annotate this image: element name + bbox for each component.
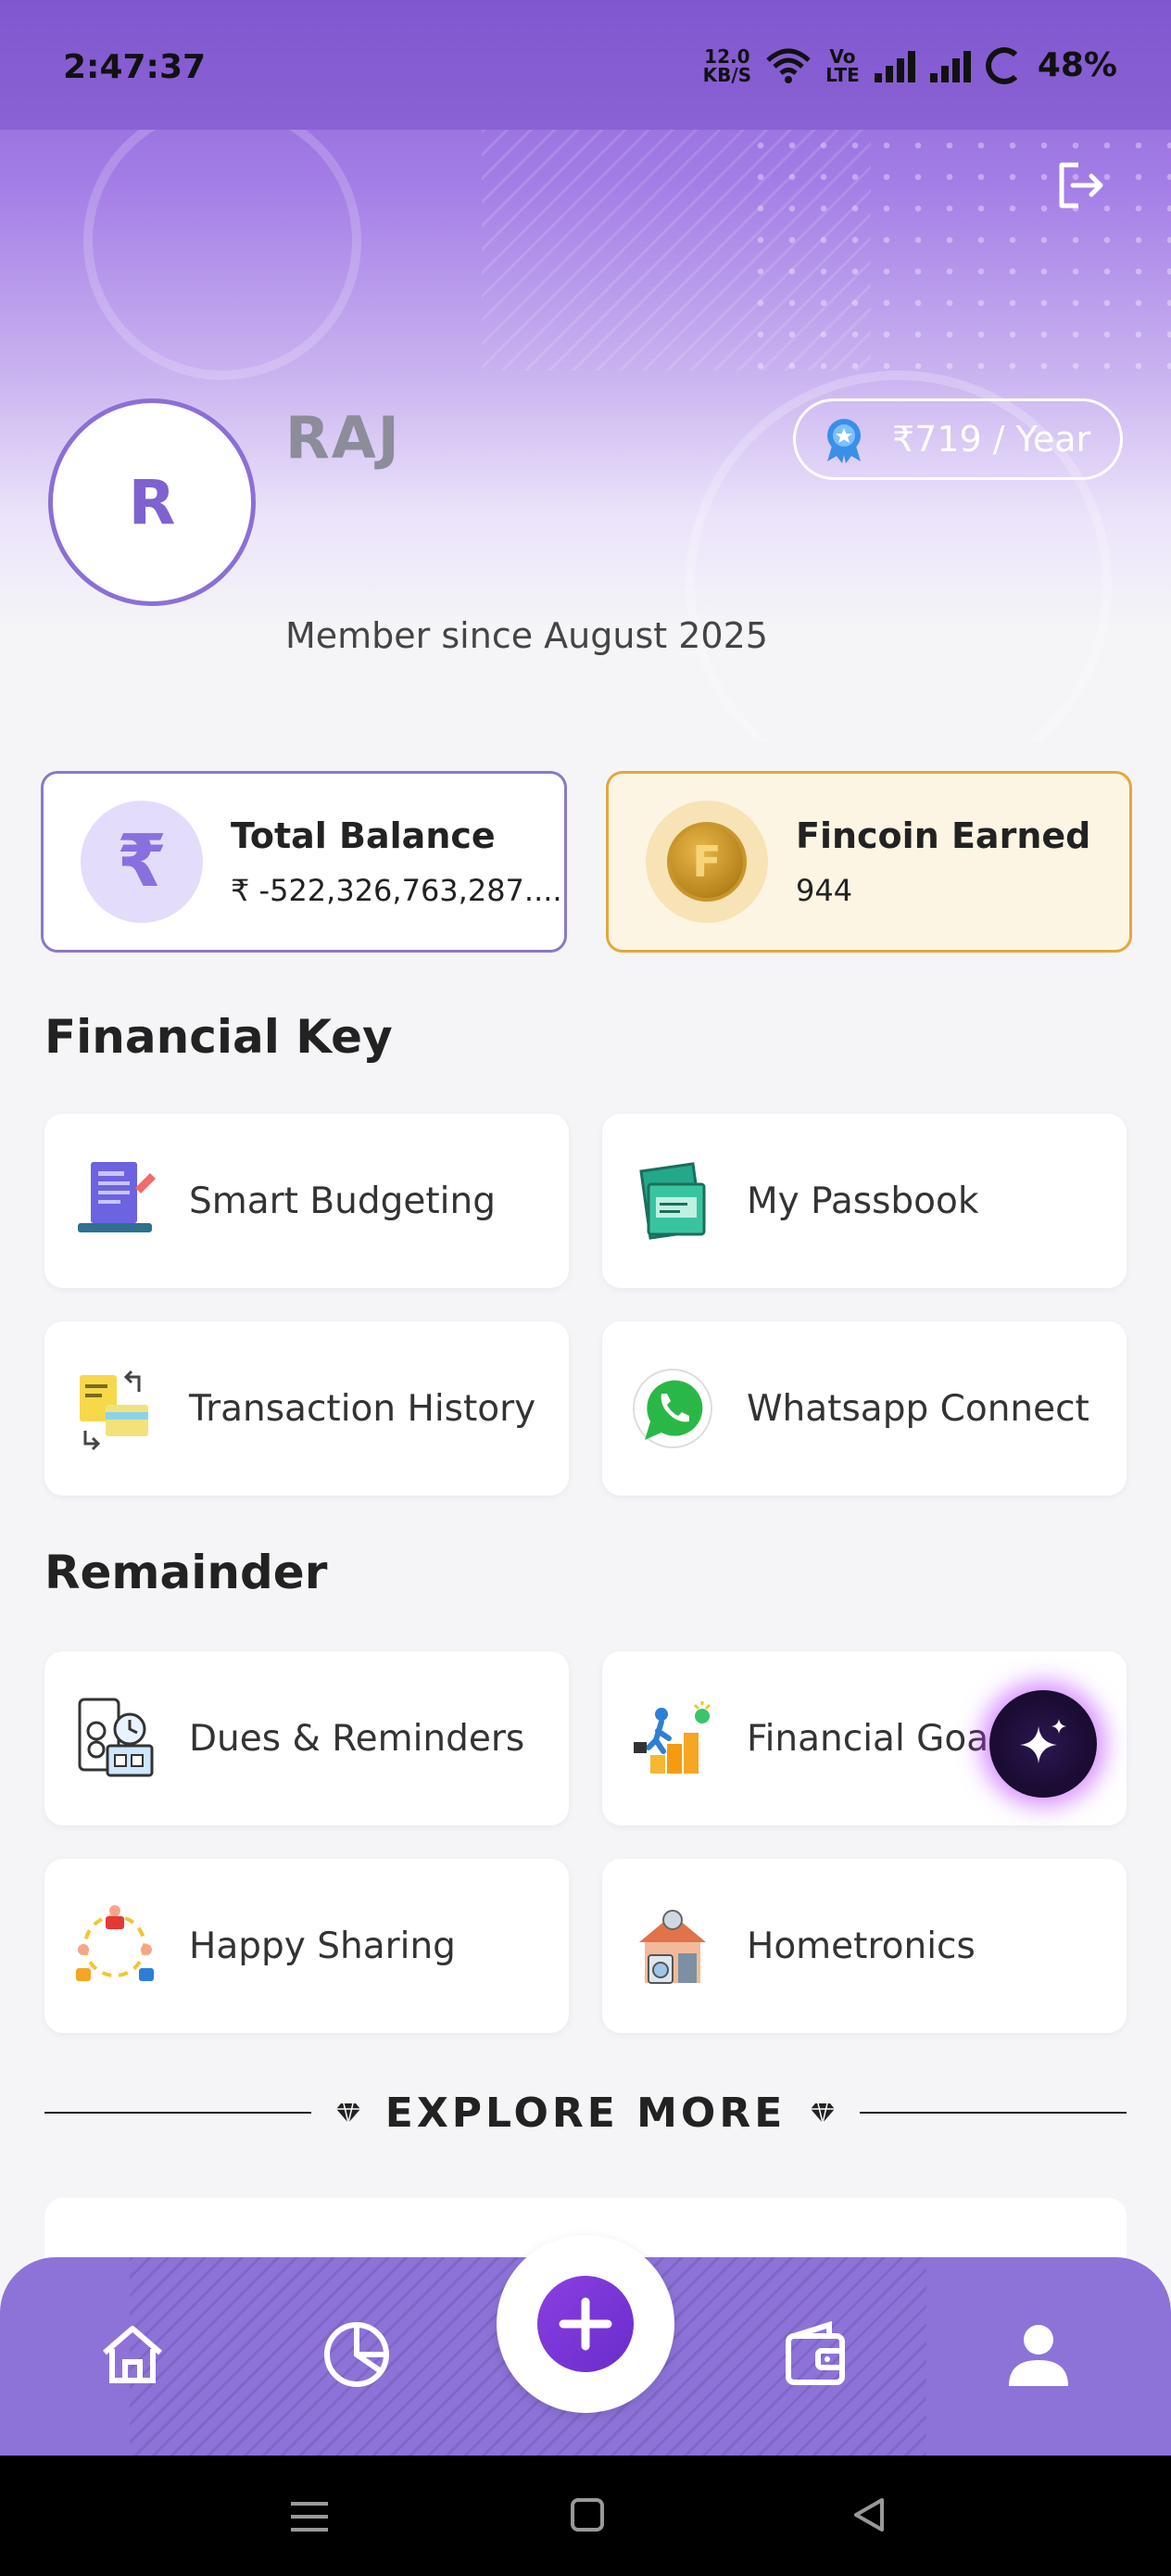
pie-chart-icon[interactable] [315, 2313, 398, 2396]
status-time: 2:47:37 [63, 48, 207, 86]
tile-happy-sharing[interactable]: Happy Sharing [44, 1859, 569, 2033]
plan-price: ₹719 / Year [892, 419, 1091, 460]
dues-reminders-icon [78, 1698, 154, 1777]
home-icon[interactable] [91, 2313, 174, 2396]
tile-label: Smart Budgeting [189, 1180, 496, 1222]
decorative-ring [83, 102, 361, 380]
fincoin-icon: F [646, 801, 768, 923]
net-speed-value: 12.0 [704, 44, 750, 68]
net-speed: 12.0 KB/S [703, 47, 751, 84]
member-since: Member since August 2025 [285, 615, 768, 656]
hometronics-icon [639, 1910, 706, 1984]
wifi-icon [766, 48, 811, 83]
net-speed-unit: KB/S [702, 63, 752, 86]
volte-bottom: LTE [825, 63, 860, 86]
tile-smart-budgeting[interactable]: Smart Budgeting [44, 1114, 569, 1288]
coin-letter: F [667, 822, 747, 902]
add-transaction-button[interactable] [497, 2235, 674, 2413]
back-icon[interactable] [850, 2496, 888, 2537]
transaction-history-icon [80, 1370, 148, 1451]
tile-dues-reminders[interactable]: Dues & Reminders [44, 1651, 569, 1825]
tile-whatsapp-connect[interactable]: Whatsapp Connect [602, 1321, 1127, 1496]
award-badge-icon [827, 419, 861, 463]
explore-more-label: EXPLORE MORE [384, 2089, 787, 2137]
signal-icon [929, 49, 971, 82]
whatsapp-icon [633, 1369, 712, 1448]
fincoin-value: 944 [796, 873, 853, 908]
logout-icon[interactable] [1052, 158, 1108, 213]
tile-my-passbook[interactable]: My Passbook [602, 1114, 1127, 1288]
happy-sharing-icon [76, 1905, 154, 1981]
signal-icon [874, 49, 915, 82]
rupee-icon: ₹ [81, 801, 203, 923]
budget-laptop-icon [78, 1162, 156, 1232]
tile-transaction-history[interactable]: Transaction History [44, 1321, 569, 1496]
divider-line [860, 2112, 1127, 2114]
financial-goals-icon [634, 1701, 711, 1774]
tile-label: Happy Sharing [189, 1925, 456, 1967]
balance-value: ₹ -522,326,763,287.... [231, 873, 562, 908]
profile-icon[interactable] [997, 2313, 1080, 2396]
balance-title: Total Balance [231, 815, 496, 856]
battery-level: 48% [1037, 46, 1117, 84]
explore-more-divider: EXPLORE MORE [44, 2076, 1127, 2150]
ai-assistant-button[interactable] [989, 1690, 1097, 1798]
tile-label: Hometronics [747, 1925, 976, 1967]
sparkle-icon [1020, 1719, 1066, 1763]
tile-hometronics[interactable]: Hometronics [602, 1859, 1127, 2033]
total-balance-card[interactable]: ₹ Total Balance ₹ -522,326,763,287.... [41, 771, 567, 953]
passbook-icon [639, 1162, 706, 1240]
subscription-plan-badge[interactable]: ₹719 / Year [793, 398, 1123, 480]
system-navigation-bar [0, 2456, 1171, 2576]
fincoin-card[interactable]: F Fincoin Earned 944 [606, 771, 1132, 953]
recent-apps-icon[interactable] [287, 2498, 332, 2539]
divider-line [44, 2112, 311, 2114]
tile-label: My Passbook [747, 1180, 979, 1222]
diamond-icon [811, 2102, 836, 2124]
tile-label: Dues & Reminders [189, 1717, 525, 1760]
tile-label: Financial Goa [747, 1717, 989, 1760]
volte-indicator: Vo LTE [825, 47, 860, 84]
section-title-remainder: Remainder [44, 1546, 328, 1599]
volte-top: Vo [829, 44, 856, 68]
fincoin-title: Fincoin Earned [796, 815, 1091, 856]
battery-icon [985, 46, 1023, 84]
user-name: RAJ [285, 404, 401, 472]
section-title-financial-key: Financial Key [44, 1010, 393, 1064]
add-icon [537, 2276, 634, 2372]
avatar[interactable]: R [48, 398, 256, 606]
status-icons: 12.0 KB/S Vo LTE 48% [703, 46, 1117, 84]
tile-label: Transaction History [189, 1387, 536, 1430]
status-bar: 2:47:37 12.0 KB/S Vo LTE 48% [0, 0, 1171, 130]
tile-label: Whatsapp Connect [747, 1387, 1089, 1430]
wallet-icon[interactable] [774, 2313, 858, 2396]
diamond-icon [335, 2102, 360, 2124]
home-nav-icon[interactable] [569, 2496, 606, 2537]
